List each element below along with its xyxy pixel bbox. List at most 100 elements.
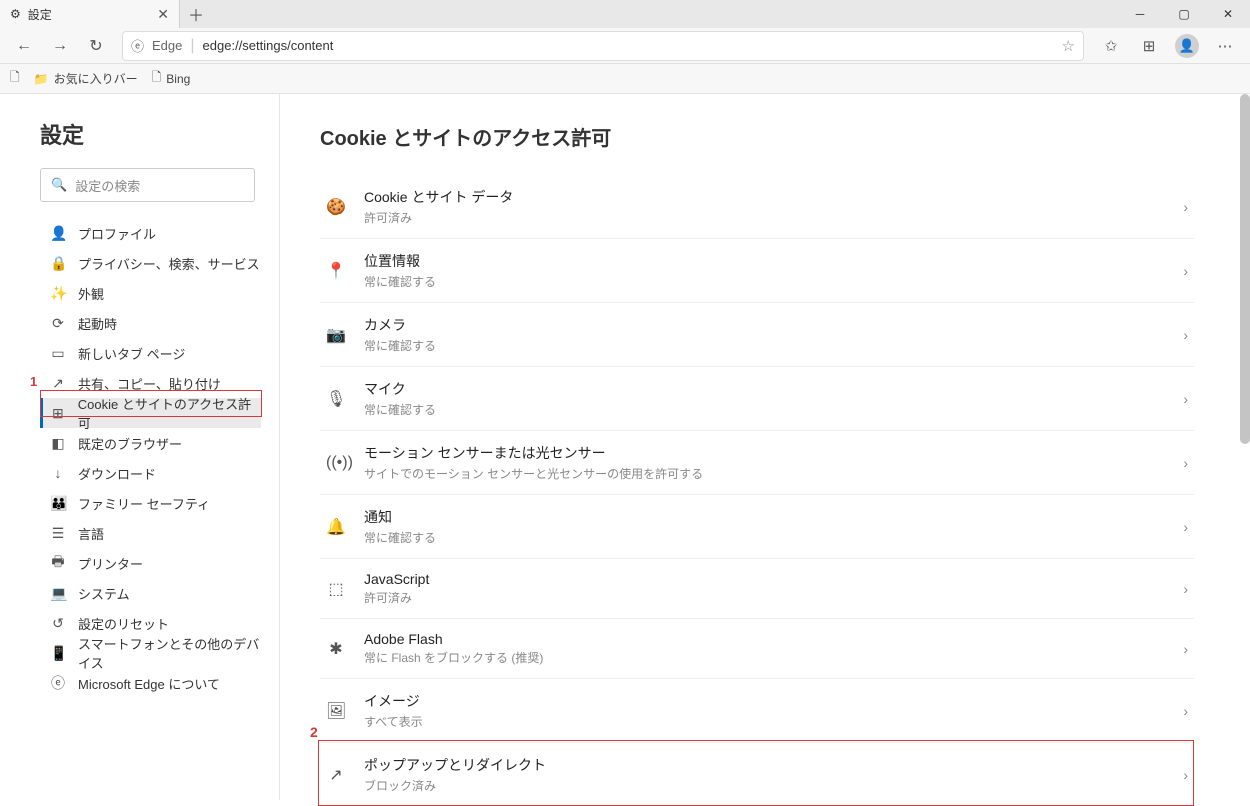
browser-tab[interactable]: ⚙ 設定 ✕ xyxy=(0,0,180,28)
row-icon: ⬚ xyxy=(326,579,346,599)
row-icon: ↗ xyxy=(326,765,346,785)
sidebar-item-label: スマートフォンとその他のデバイス xyxy=(78,634,261,672)
row-icon: 📷 xyxy=(326,325,346,345)
sidebar-item-icon: ✨ xyxy=(50,285,66,302)
close-window-button[interactable]: ✕ xyxy=(1206,0,1250,28)
row-title: イメージ xyxy=(364,691,1165,711)
chevron-right-icon: › xyxy=(1183,519,1188,535)
sidebar-item-icon: ◧ xyxy=(50,435,66,452)
profile-avatar[interactable]: 👤 xyxy=(1170,30,1204,62)
titlebar: ⚙ 設定 ✕ ＋ ─ ▢ ✕ xyxy=(0,0,1250,28)
chevron-right-icon: › xyxy=(1183,641,1188,657)
row-body: 位置情報常に確認する xyxy=(364,251,1165,290)
permission-row[interactable]: ⬚JavaScript許可済み› xyxy=(320,558,1194,618)
sidebar-item-label: プリンター xyxy=(78,554,143,573)
permission-row[interactable]: 📍位置情報常に確認する› xyxy=(320,238,1194,302)
sidebar-item[interactable]: ☰言語 xyxy=(40,518,261,548)
row-icon: 🖼 xyxy=(326,701,346,721)
sidebar-item-icon: ⓔ xyxy=(50,673,66,693)
sidebar-item[interactable]: ✨外観 xyxy=(40,278,261,308)
sidebar-item-icon: 🖶 xyxy=(50,551,66,575)
sidebar-item[interactable]: ⊞Cookie とサイトのアクセス許可 xyxy=(40,398,261,428)
sidebar-item-label: ダウンロード xyxy=(78,464,156,483)
sidebar-item-icon: 💻 xyxy=(50,585,66,602)
row-body: ポップアップとリダイレクトブロック済み xyxy=(364,755,1165,794)
row-subtitle: 常に Flash をブロックする (推奨) xyxy=(364,649,1165,666)
content-area: 設定 🔍 設定の検索 👤プロファイル🔒プライバシー、検索、サービス✨外観⟳起動時… xyxy=(0,94,1250,800)
row-icon: 🎙 xyxy=(326,389,346,409)
row-title: マイク xyxy=(364,379,1165,399)
back-button[interactable]: ← xyxy=(8,30,40,62)
permission-row[interactable]: 🍪Cookie とサイト データ許可済み› xyxy=(320,175,1194,238)
sidebar-item-icon: 📱 xyxy=(50,645,66,662)
favorite-star-icon[interactable]: ☆ xyxy=(1062,37,1075,55)
forward-button[interactable]: → xyxy=(44,30,76,62)
sidebar-title: 設定 xyxy=(40,118,261,150)
sidebar-item[interactable]: ◧既定のブラウザー xyxy=(40,428,261,458)
row-body: カメラ常に確認する xyxy=(364,315,1165,354)
sidebar-item[interactable]: ⟳起動時 xyxy=(40,308,261,338)
sidebar-item[interactable]: 📱スマートフォンとその他のデバイス xyxy=(40,638,261,668)
permission-row[interactable]: 🖼 イメージすべて表示 › xyxy=(320,678,1194,742)
row-title: 通知 xyxy=(364,507,1165,527)
row-title: カメラ xyxy=(364,315,1165,335)
sidebar-item-label: プライバシー、検索、サービス xyxy=(78,254,260,273)
permission-row[interactable]: ((•))モーション センサーまたは光センサーサイトでのモーション センサーと光… xyxy=(320,430,1194,494)
permission-row[interactable]: 📷カメラ常に確認する› xyxy=(320,302,1194,366)
bookmarks-bar: 🗋 📁 お気に入りバー 🗋 Bing xyxy=(0,64,1250,94)
permission-row[interactable]: 🎙 マイク常に確認する › xyxy=(320,366,1194,430)
sidebar-item-label: 設定のリセット xyxy=(78,614,169,633)
tab-title: 設定 xyxy=(28,6,52,23)
scrollbar-thumb[interactable] xyxy=(1240,94,1250,444)
new-tab-button[interactable]: ＋ xyxy=(180,0,212,28)
sidebar-item[interactable]: 👤プロファイル xyxy=(40,218,261,248)
sidebar-item-icon: ⊞ xyxy=(50,405,66,422)
maximize-button[interactable]: ▢ xyxy=(1162,0,1206,28)
sidebar-item[interactable]: ⓔ Microsoft Edge について xyxy=(40,668,261,698)
row-title: ポップアップとリダイレクト xyxy=(364,755,1165,775)
row-subtitle: 常に確認する xyxy=(364,529,1165,546)
bookmark-bing[interactable]: 🗋 Bing xyxy=(152,68,191,89)
main-panel: Cookie とサイトのアクセス許可 🍪Cookie とサイト データ許可済み›… xyxy=(280,94,1250,800)
chevron-right-icon: › xyxy=(1183,703,1188,719)
sidebar-item-icon: ↺ xyxy=(50,615,66,632)
sidebar-item-label: Microsoft Edge について xyxy=(78,674,220,693)
address-bar[interactable]: ⓔ Edge | edge://settings/content ☆ xyxy=(122,31,1084,61)
permission-row[interactable]: ✱ Adobe Flash 常に Flash をブロックする (推奨) › xyxy=(320,618,1194,678)
permission-row[interactable]: ↗ポップアップとリダイレクトブロック済み› xyxy=(320,742,1194,800)
sidebar-item[interactable]: 💻システム xyxy=(40,578,261,608)
sidebar-item-label: プロファイル xyxy=(78,224,156,243)
chevron-right-icon: › xyxy=(1183,263,1188,279)
row-body: イメージすべて表示 xyxy=(364,691,1165,730)
row-subtitle: ブロック済み xyxy=(364,777,1165,794)
settings-search-input[interactable]: 🔍 設定の検索 xyxy=(40,168,255,202)
close-tab-icon[interactable]: ✕ xyxy=(157,6,169,23)
sidebar-item-label: 新しいタブ ページ xyxy=(78,344,185,363)
refresh-button[interactable]: ↻ xyxy=(80,30,112,62)
permission-row[interactable]: 🔔通知常に確認する› xyxy=(320,494,1194,558)
sidebar-item[interactable]: 🔒プライバシー、検索、サービス xyxy=(40,248,261,278)
row-icon: ✱ xyxy=(326,639,346,659)
sidebar-item[interactable]: 🖶 プリンター xyxy=(40,548,261,578)
bookmark-favorites-folder[interactable]: 📁 お気に入りバー xyxy=(34,70,138,87)
sidebar-item[interactable]: ↓ダウンロード xyxy=(40,458,261,488)
chevron-right-icon: › xyxy=(1183,199,1188,215)
row-subtitle: サイトでのモーション センサーと光センサーの使用を許可する xyxy=(364,465,1165,482)
sidebar-item[interactable]: ▭新しいタブ ページ xyxy=(40,338,261,368)
folder-icon: 📁 xyxy=(34,72,49,86)
bookmark-blank[interactable]: 🗋 xyxy=(10,68,20,89)
row-title: Adobe Flash xyxy=(364,631,1165,647)
plus-icon: ＋ xyxy=(188,2,204,26)
chevron-right-icon: › xyxy=(1183,391,1188,407)
favorites-icon[interactable]: ✩ xyxy=(1094,30,1128,62)
annotation-marker-1: 1 xyxy=(30,374,37,389)
minimize-button[interactable]: ─ xyxy=(1118,0,1162,28)
search-placeholder: 設定の検索 xyxy=(75,176,140,195)
sidebar-item[interactable]: 👪ファミリー セーフティ xyxy=(40,488,261,518)
more-menu-icon[interactable]: ⋯ xyxy=(1208,30,1242,62)
row-body: Adobe Flash 常に Flash をブロックする (推奨) xyxy=(364,631,1165,666)
sidebar-item-label: ファミリー セーフティ xyxy=(78,494,210,513)
separator: | xyxy=(190,37,194,55)
row-subtitle: 常に確認する xyxy=(364,401,1165,418)
collections-icon[interactable]: ⊞ xyxy=(1132,30,1166,62)
